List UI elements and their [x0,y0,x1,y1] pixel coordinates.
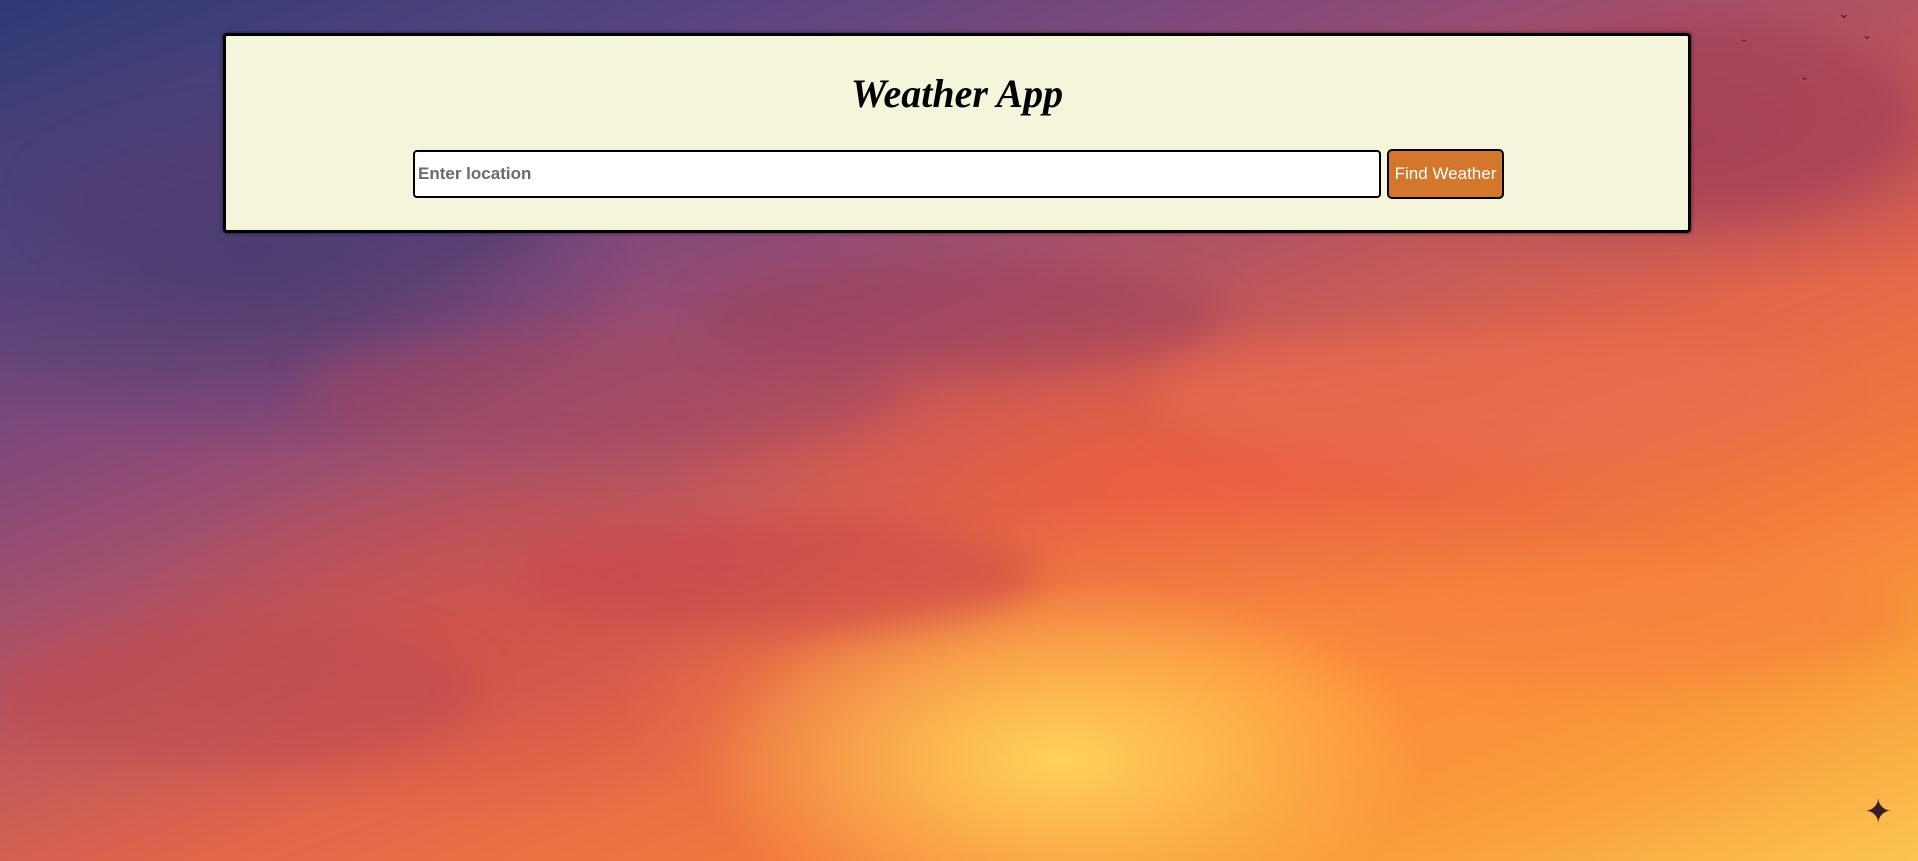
weather-search-panel: Weather App Find Weather [223,33,1691,233]
app-title: Weather App [850,71,1064,116]
bird-icon: ⌄ [1800,72,1809,83]
cloud-shape [520,520,1040,630]
bird-icon: ⌄ [1838,6,1850,22]
location-input[interactable] [413,150,1381,198]
cloud-shape [700,260,1220,370]
cloud-shape [1150,330,1830,460]
find-weather-button[interactable]: Find Weather [1387,149,1504,199]
bird-icon: ✦ [1864,792,1893,832]
bird-icon: ⌄ [1740,34,1749,45]
bird-icon: ⌄ [1862,28,1873,42]
search-bar: Find Weather [413,149,1504,199]
cloud-shape [0,620,480,770]
cloud-shape [1350,560,1910,680]
